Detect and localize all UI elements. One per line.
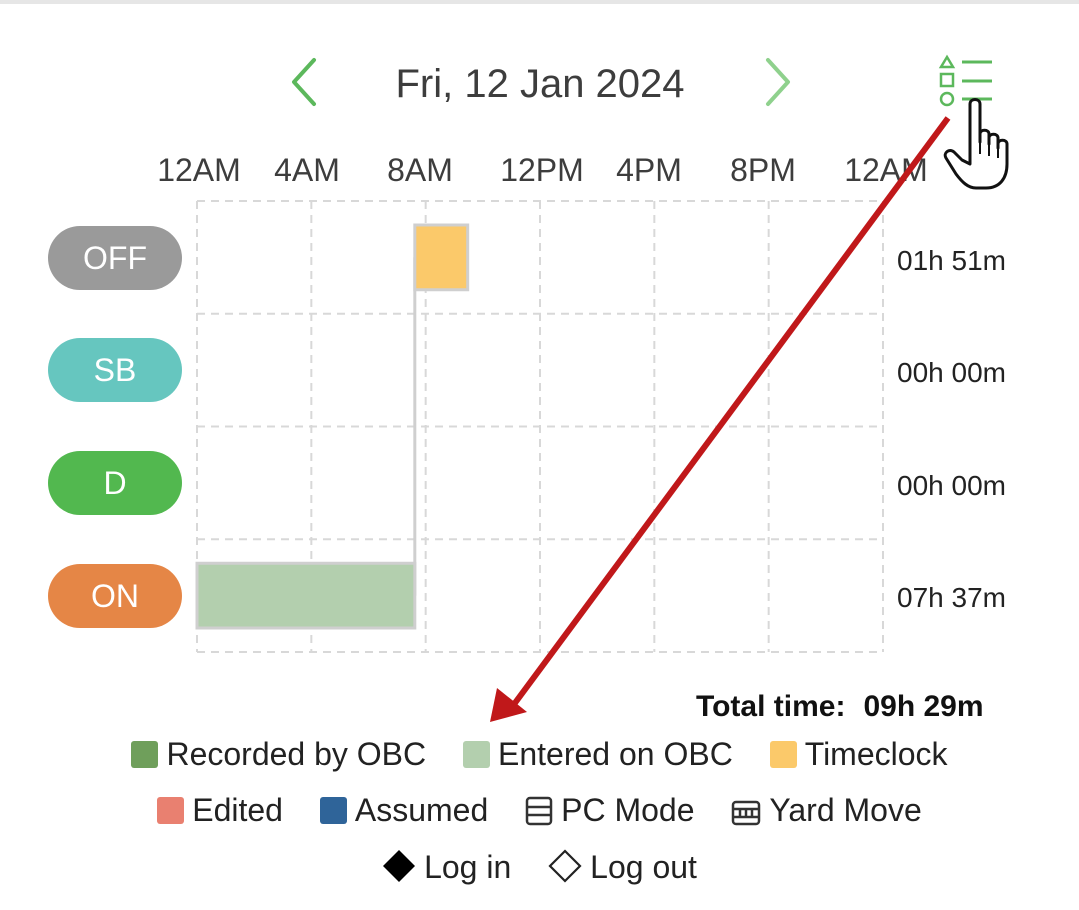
pc-mode-icon xyxy=(525,796,553,826)
legend-item-timeclock: Timeclock xyxy=(769,736,948,773)
legend-item-yard-move: Yard Move xyxy=(731,792,922,829)
status-pill-on[interactable]: ON xyxy=(48,564,182,628)
status-pill-off[interactable]: OFF xyxy=(48,226,182,290)
total-time-value: 09h 29m xyxy=(863,690,984,723)
duration-on: 07h 37m xyxy=(897,582,1006,613)
legend-swatch xyxy=(769,741,797,769)
legend-row-1: Recorded by OBC Entered on OBC Timeclock xyxy=(0,734,1079,773)
hand-pointer-icon xyxy=(943,98,1009,190)
total-time-label: Total time: xyxy=(696,690,846,723)
diamond-filled-icon xyxy=(383,850,416,883)
legend-item-entered-on-obc: Entered on OBC xyxy=(463,736,733,773)
legend-item-pc-mode: PC Mode xyxy=(525,792,695,829)
status-pill-sb[interactable]: SB xyxy=(48,338,182,402)
legend-swatch xyxy=(157,797,185,825)
duration-d: 00h 00m xyxy=(897,470,1006,501)
yard-move-icon xyxy=(732,800,761,826)
duty-segment-on[interactable] xyxy=(195,561,417,630)
duration-sb: 00h 00m xyxy=(897,357,1006,388)
legend-item-edited: Edited xyxy=(157,792,283,829)
legend-item-log-in: Log in xyxy=(382,849,511,886)
legend-row-2: Edited Assumed PC Mode Yard Move xyxy=(0,790,1079,829)
legend-swatch xyxy=(131,741,159,769)
legend-item-recorded-by-obc: Recorded by OBC xyxy=(131,736,426,773)
legend-row-3: Log in Log out xyxy=(0,847,1079,886)
legend-item-log-out: Log out xyxy=(548,849,697,886)
total-time: Total time: 09h 29m xyxy=(696,690,984,724)
diamond-outline-icon xyxy=(548,849,582,883)
duration-off: 01h 51m xyxy=(897,245,1006,276)
legend-swatch xyxy=(463,741,491,769)
duty-segment-off[interactable] xyxy=(413,223,470,292)
status-pill-d[interactable]: D xyxy=(48,451,182,515)
legend-item-assumed: Assumed xyxy=(319,792,488,829)
legend-swatch xyxy=(319,797,347,825)
